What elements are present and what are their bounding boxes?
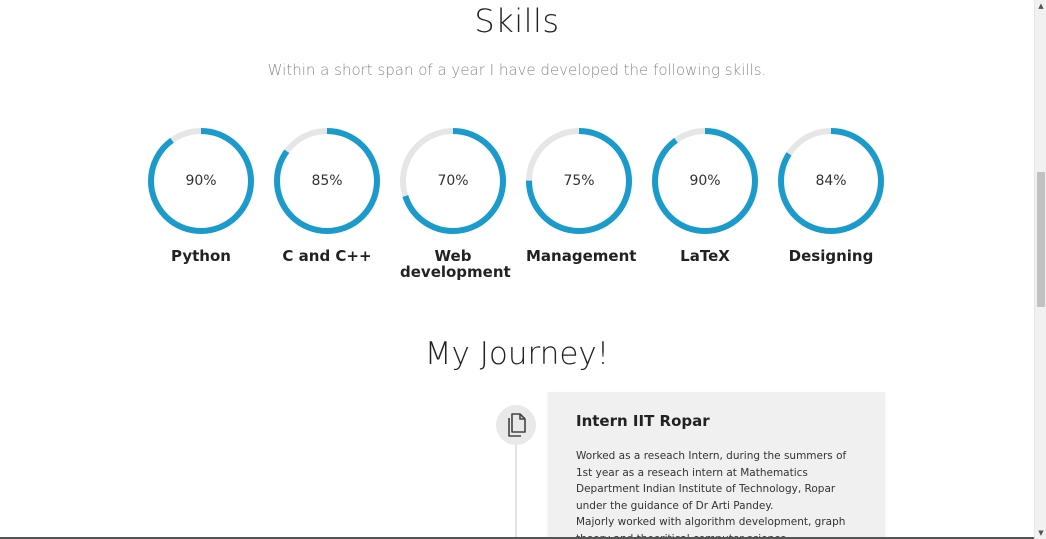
skill-web-development: 70% Web development	[400, 128, 511, 281]
skill-progress-ring: 75%	[526, 128, 632, 234]
skill-percent: 70%	[437, 173, 469, 189]
skill-percent: 85%	[311, 173, 343, 189]
skill-label: LaTeX	[680, 247, 730, 265]
journey-title: My Journey!	[424, 336, 610, 372]
page: Skills Within a short span of a year I h…	[0, 0, 1046, 539]
scroll-up-arrow-icon[interactable]: ▲	[1035, 0, 1046, 12]
skill-label: Web development	[400, 247, 511, 281]
skill-c-cpp: 85% C and C++	[274, 128, 380, 264]
journey-card: Intern IIT Ropar Worked as a reseach Int…	[548, 392, 885, 539]
scrollbar-thumb[interactable]	[1037, 172, 1045, 307]
scroll-down-arrow-icon[interactable]: ▼	[1035, 527, 1046, 539]
skill-label: Designing	[788, 247, 874, 265]
skills-title: Skills	[474, 2, 560, 40]
skill-percent: 90%	[185, 173, 217, 189]
document-icon	[508, 413, 526, 437]
skill-percent: 90%	[689, 173, 721, 189]
skill-progress-ring: 84%	[778, 128, 884, 234]
skill-percent: 84%	[815, 173, 847, 189]
skill-python: 90% Python	[148, 128, 254, 264]
skill-percent: 75%	[563, 173, 595, 189]
skills-subtitle: Within a short span of a year I have dev…	[267, 61, 767, 79]
skill-progress-ring: 70%	[400, 128, 506, 234]
skill-latex: 90% LaTeX	[652, 128, 758, 264]
timeline-icon-badge	[496, 405, 536, 445]
journey-card-body: Worked as a reseach Intern, during the s…	[576, 450, 847, 539]
timeline-line	[515, 442, 517, 539]
skill-progress-ring: 90%	[652, 128, 758, 234]
vertical-scrollbar[interactable]: ▲ ▼	[1034, 0, 1046, 539]
skill-management: 75% Management	[526, 128, 637, 265]
skill-progress-ring: 85%	[274, 128, 380, 234]
main-content: Skills Within a short span of a year I h…	[0, 0, 1034, 539]
skill-designing: 84% Designing	[778, 128, 884, 264]
journey-card-title: Intern IIT Ropar	[576, 412, 710, 430]
skill-progress-ring: 90%	[148, 128, 254, 234]
skill-label: C and C++	[282, 247, 372, 265]
skill-label: Python	[171, 247, 231, 265]
skill-label: Management	[526, 247, 637, 265]
skills-list: 90% Python 85% C and C++ 70% Web develop…	[148, 128, 888, 288]
